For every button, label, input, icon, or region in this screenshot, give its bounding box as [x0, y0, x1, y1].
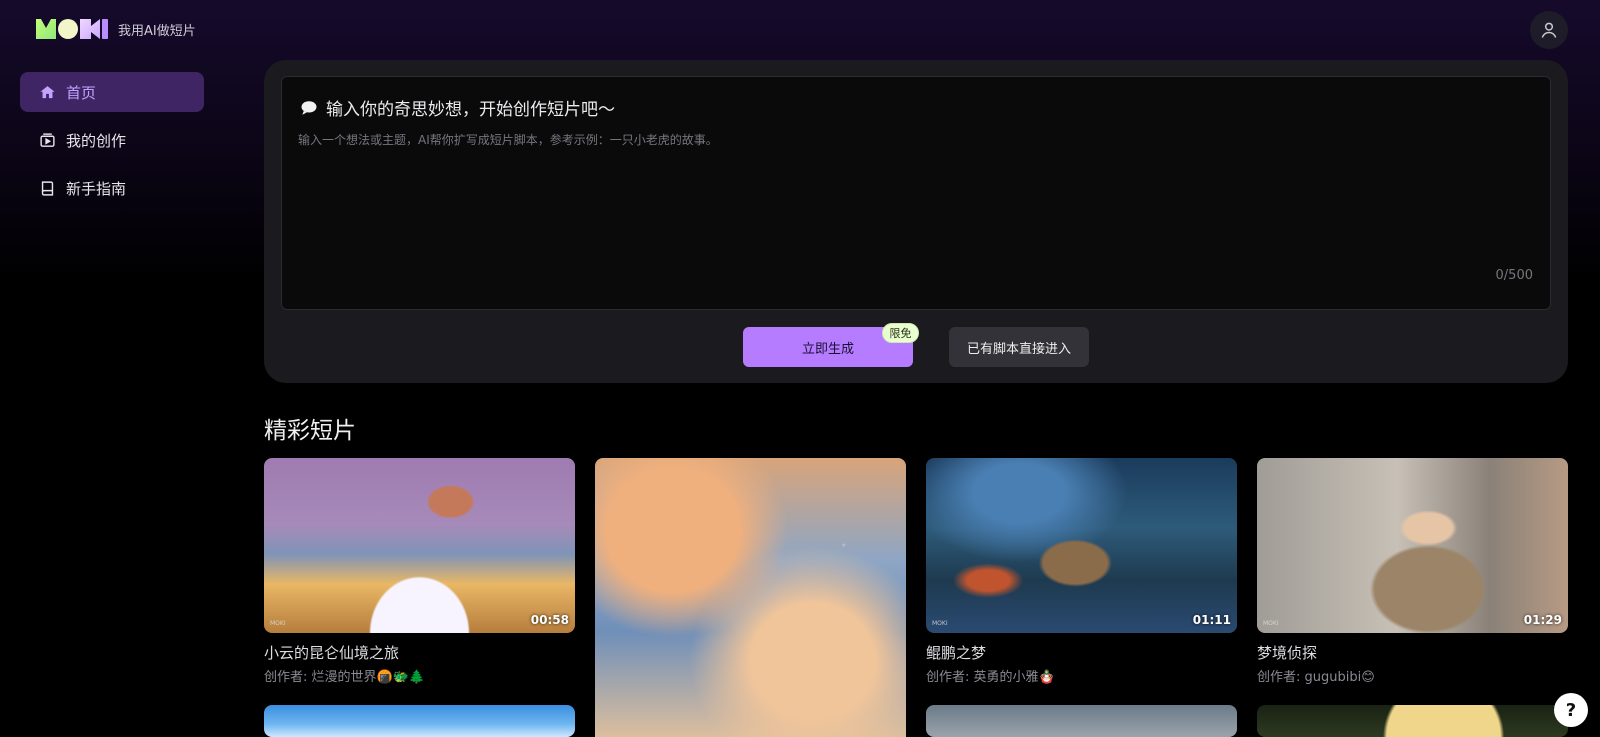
- video-author: 创作者: 烂漫的世界🍘🐲🌲: [264, 670, 426, 685]
- logo-letter-k: [80, 19, 100, 39]
- video-thumbnail[interactable]: [264, 705, 575, 737]
- logo-letter-i: [102, 19, 108, 39]
- sidebar-item-label: 首页: [66, 83, 97, 102]
- video-duration: 01:11: [1192, 613, 1231, 627]
- video-thumbnail[interactable]: [595, 458, 906, 737]
- prompt-title-text: 输入你的奇思妙想，开始创作短片吧～: [326, 100, 615, 120]
- prompt-title: 输入你的奇思妙想，开始创作短片吧～: [300, 95, 615, 120]
- chat-bubble-icon: [301, 100, 317, 115]
- logo[interactable]: 我用AI做短片: [36, 18, 196, 40]
- video-title[interactable]: 鲲鹏之梦: [926, 642, 1237, 663]
- video-duration: 01:29: [1523, 613, 1562, 627]
- video-card[interactable]: MOKI 01:29 梦境侦探 创作者: gugubibi😊: [1257, 458, 1568, 685]
- video-card[interactable]: [595, 458, 906, 737]
- sidebar-item-label: 我的创作: [66, 131, 127, 150]
- watermark: MOKI: [1263, 620, 1279, 627]
- use-existing-script-button[interactable]: 已有脚本直接进入: [949, 327, 1089, 367]
- video-thumbnail[interactable]: MOKI 01:29: [1257, 458, 1568, 633]
- video-library-icon: [38, 131, 56, 149]
- video-thumbnail[interactable]: MOKI 01:11: [926, 458, 1237, 633]
- sidebar-item-label: 新手指南: [66, 179, 127, 198]
- help-button[interactable]: ?: [1554, 693, 1588, 727]
- prompt-box[interactable]: 输入你的奇思妙想，开始创作短片吧～ 0/500: [281, 76, 1551, 310]
- free-badge: 限免: [882, 323, 919, 343]
- video-title[interactable]: 小云的昆仑仙境之旅: [264, 642, 575, 663]
- logo-letter-o: [58, 19, 78, 39]
- logo-letter-m: [36, 19, 56, 39]
- video-author: 创作者: gugubibi😊: [1257, 670, 1375, 685]
- video-thumbnail[interactable]: MOKI 00:58: [264, 458, 575, 633]
- idea-input[interactable]: [298, 133, 1528, 147]
- book-icon: [38, 179, 56, 197]
- user-avatar-button[interactable]: [1530, 11, 1568, 49]
- watermark: MOKI: [270, 620, 286, 627]
- sidebar-item-home[interactable]: 首页: [20, 72, 204, 112]
- video-card[interactable]: MOKI 01:11 鲲鹏之梦 创作者: 英勇的小雅🪆: [926, 458, 1237, 685]
- app-root: 我用AI做短片 首页 我的创作 新手指南 输入你的奇思妙想，开始创作短片吧～ 输…: [0, 0, 1600, 737]
- video-author: 创作者: 英勇的小雅🪆: [926, 670, 1055, 685]
- sidebar: 首页 我的创作 新手指南: [20, 72, 204, 216]
- prompt-card: 输入你的奇思妙想，开始创作短片吧～ 0/500 立即生成 限免 已有脚本直接进入: [264, 60, 1568, 383]
- sidebar-item-my-creations[interactable]: 我的创作: [20, 120, 204, 160]
- sidebar-item-guide[interactable]: 新手指南: [20, 168, 204, 208]
- char-counter: 0/500: [1495, 268, 1533, 283]
- video-card[interactable]: MOKI 00:58 小云的昆仑仙境之旅 创作者: 烂漫的世界🍘🐲🌲: [264, 458, 575, 685]
- video-thumbnail[interactable]: [1257, 705, 1568, 737]
- logo-tagline: 我用AI做短片: [118, 23, 196, 39]
- video-thumbnail[interactable]: [926, 705, 1237, 737]
- section-title: 精彩短片: [264, 418, 356, 444]
- watermark: MOKI: [932, 620, 948, 627]
- video-duration: 00:58: [530, 613, 569, 627]
- user-icon: [1541, 22, 1557, 38]
- home-icon: [38, 83, 56, 101]
- moki-logo-mark: [36, 18, 108, 40]
- video-title[interactable]: 梦境侦探: [1257, 642, 1568, 663]
